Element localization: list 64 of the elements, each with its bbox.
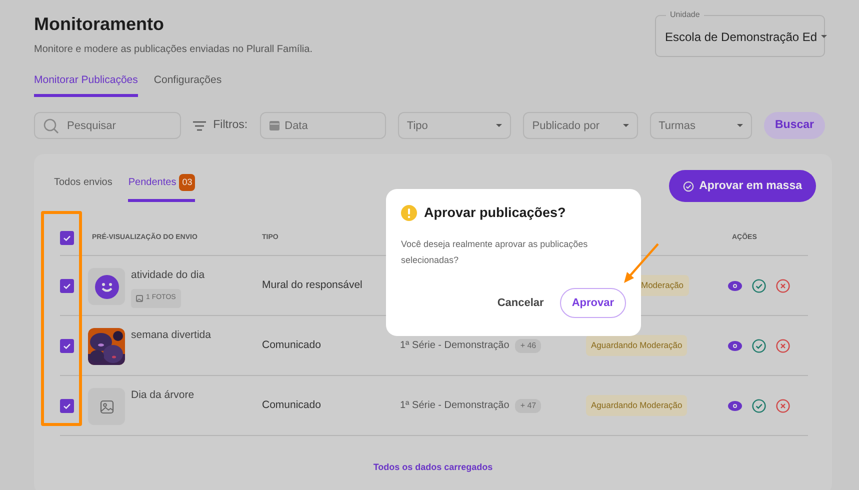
table-cell-text: 1ª Série - Demonstração (400, 339, 510, 354)
smiley-icon (94, 274, 118, 299)
count-badge: 03 (179, 174, 196, 192)
filter-dropdown[interactable]: Tipo (398, 112, 512, 140)
post-title: semana divertida (131, 328, 211, 344)
filter-dropdown[interactable]: Publicado por (523, 112, 638, 140)
count-badge: + 46 (515, 338, 542, 353)
approve-button[interactable] (752, 398, 766, 413)
filter-dropdown[interactable]: Turmas (650, 112, 752, 140)
cancel-button[interactable]: Cancelar (489, 288, 552, 318)
tab[interactable]: Monitorar Publicações (34, 72, 138, 98)
filter-label: Filtros: (213, 118, 248, 134)
check-circle-icon (752, 398, 766, 413)
table-cell-text: Comunicado (262, 398, 322, 413)
table-cell-text: 1ª Série - Demonstração (400, 399, 510, 414)
approve-button[interactable]: Aprovar (560, 288, 626, 318)
search-button[interactable]: Buscar (764, 112, 825, 140)
bulk-approve-button[interactable]: Aprovar em massa (669, 170, 816, 202)
approve-button[interactable] (752, 338, 766, 353)
close-circle-icon (776, 278, 790, 293)
status-badge: Moderação (638, 275, 689, 296)
checkbox[interactable] (60, 278, 74, 293)
post-title: Dia da árvore (131, 388, 194, 404)
view-button[interactable] (728, 280, 742, 291)
check-circle-icon (683, 180, 694, 192)
close-circle-icon (776, 338, 790, 353)
image-icon (100, 400, 114, 414)
table-cell-text: Comunicado (262, 338, 322, 353)
view-button[interactable] (728, 340, 742, 351)
view-button[interactable] (728, 400, 742, 411)
eye-icon (728, 280, 742, 291)
page-title: Monitoramento (34, 14, 165, 36)
status-message: Todos os dados carregados (372, 461, 494, 474)
check-circle-icon (752, 338, 766, 353)
calendar-icon (268, 120, 280, 132)
tab[interactable]: Configurações (154, 72, 222, 98)
status-badge: Aguardando Moderação (586, 335, 688, 356)
dialog-message: Você deseja realmente aprovar as publicações selecionadas? (401, 238, 589, 267)
reject-button[interactable] (776, 338, 790, 353)
page-subtitle: Monitore e modere as publicações enviadas no Plurall Família. (34, 42, 312, 57)
date-field[interactable]: Data (260, 112, 386, 140)
eye-icon (728, 400, 742, 411)
checkbox[interactable] (60, 230, 74, 245)
filter-icon (193, 120, 206, 131)
eye-icon (728, 340, 742, 351)
image-icon (136, 294, 143, 302)
reject-button[interactable] (776, 398, 790, 413)
reject-button[interactable] (776, 278, 790, 293)
post-title: atividade do dia (131, 268, 205, 284)
dialog-title: Aprovar publicações? (424, 204, 566, 222)
checkbox[interactable] (60, 398, 74, 413)
close-circle-icon (776, 398, 790, 413)
search-field[interactable]: Pesquisar (34, 112, 182, 140)
status-badge: Aguardando Moderação (586, 395, 688, 416)
warning-icon (401, 205, 417, 222)
count-badge: + 47 (515, 398, 542, 413)
tab[interactable]: Todos envios (54, 171, 112, 202)
table-cell-text: Mural do responsável (262, 278, 364, 293)
search-input[interactable]: Pesquisar (65, 116, 172, 136)
search-icon (43, 118, 59, 134)
tab[interactable]: Pendentes 03 (128, 171, 196, 202)
checkbox[interactable] (60, 338, 74, 353)
check-circle-icon (752, 278, 766, 293)
approve-button[interactable] (752, 278, 766, 293)
